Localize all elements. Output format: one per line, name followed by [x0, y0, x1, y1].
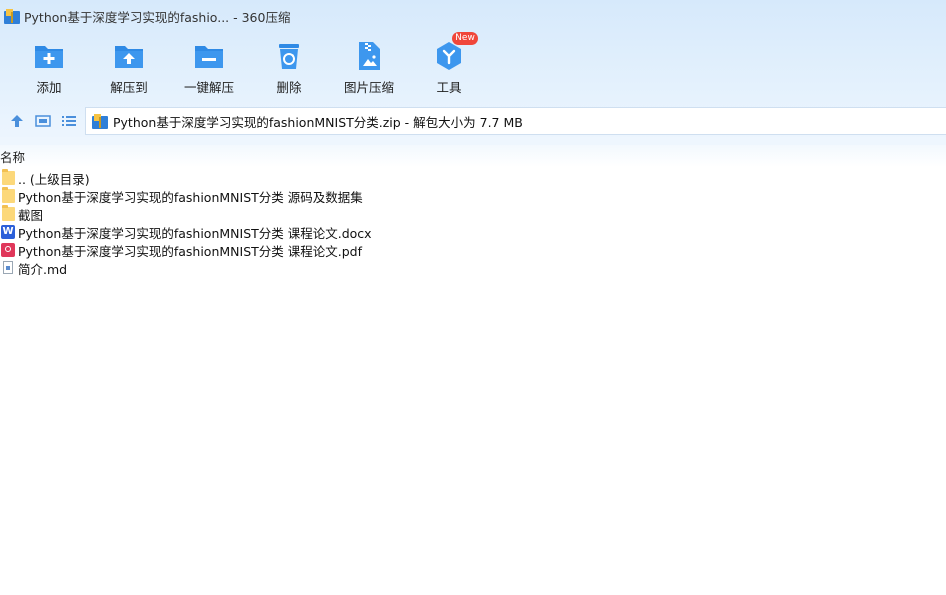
item-name: Python基于深度学习实现的fashionMNIST分类 源码及数据集 — [18, 189, 363, 205]
recycle-delete-icon — [279, 44, 299, 69]
list-item[interactable]: 截图 — [0, 205, 946, 223]
file-list: .. (上级目录) Python基于深度学习实现的fashionMNIST分类 … — [0, 169, 946, 277]
up-arrow-icon[interactable] — [8, 112, 26, 130]
zip-archive-icon — [4, 8, 20, 24]
add-label: 添加 — [36, 80, 62, 95]
navigation-bar: Python基于深度学习实现的fashionMNIST分类.zip - 解包大小… — [0, 106, 946, 136]
image-compress-icon — [359, 42, 380, 70]
list-item[interactable]: Python基于深度学习实现的fashionMNIST分类 源码及数据集 — [0, 187, 946, 205]
list-item[interactable]: 简介.md — [0, 259, 946, 277]
pdf-document-icon — [1, 242, 16, 258]
markdown-file-icon — [1, 260, 16, 276]
tools-label: 工具 — [436, 80, 462, 95]
address-bar[interactable]: Python基于深度学习实现的fashionMNIST分类.zip - 解包大小… — [85, 107, 946, 135]
tools-button[interactable]: 工具 — [409, 38, 489, 96]
add-button[interactable]: 添加 — [9, 38, 89, 96]
image-compress-button[interactable]: 图片压缩 — [329, 38, 409, 96]
image-compress-label: 图片压缩 — [343, 80, 394, 95]
add-folder-icon — [35, 46, 63, 68]
one-click-extract-button[interactable]: 一键解压 — [169, 38, 249, 96]
item-name: 简介.md — [18, 261, 68, 277]
list-item[interactable]: Python基于深度学习实现的fashionMNIST分类 课程论文.pdf — [0, 241, 946, 259]
extract-to-icon — [115, 46, 143, 68]
word-document-icon: W — [1, 225, 15, 239]
item-name: Python基于深度学习实现的fashionMNIST分类 课程论文.pdf — [18, 243, 362, 259]
thumbnail-view-icon[interactable] — [34, 112, 52, 130]
window-title: Python基于深度学习实现的fashio... - 360压缩 — [24, 9, 291, 25]
extract-to-label: 解压到 — [110, 80, 148, 95]
zip-archive-icon — [92, 113, 108, 129]
column-header-name[interactable]: 名称 — [0, 147, 25, 166]
folder-icon — [1, 169, 16, 186]
item-name: Python基于深度学习实现的fashionMNIST分类 课程论文.docx — [18, 225, 372, 241]
one-click-extract-icon — [195, 46, 223, 68]
header-fade — [0, 137, 946, 167]
delete-label: 删除 — [276, 80, 302, 95]
list-view-icon[interactable] — [60, 112, 78, 130]
new-badge: New — [452, 32, 478, 45]
one-click-extract-label: 一键解压 — [183, 80, 234, 95]
folder-icon — [1, 205, 16, 222]
address-text: Python基于深度学习实现的fashionMNIST分类.zip - 解包大小… — [113, 114, 523, 130]
list-item[interactable]: .. (上级目录) — [0, 169, 946, 187]
folder-icon — [1, 187, 16, 204]
list-item[interactable]: W Python基于深度学习实现的fashionMNIST分类 课程论文.doc… — [0, 223, 946, 241]
delete-button[interactable]: 删除 — [249, 38, 329, 96]
title-bar: Python基于深度学习实现的fashio... - 360压缩 — [4, 7, 290, 25]
item-name: .. (上级目录) — [18, 171, 90, 187]
item-name: 截图 — [18, 207, 44, 223]
extract-to-button[interactable]: 解压到 — [89, 38, 169, 96]
